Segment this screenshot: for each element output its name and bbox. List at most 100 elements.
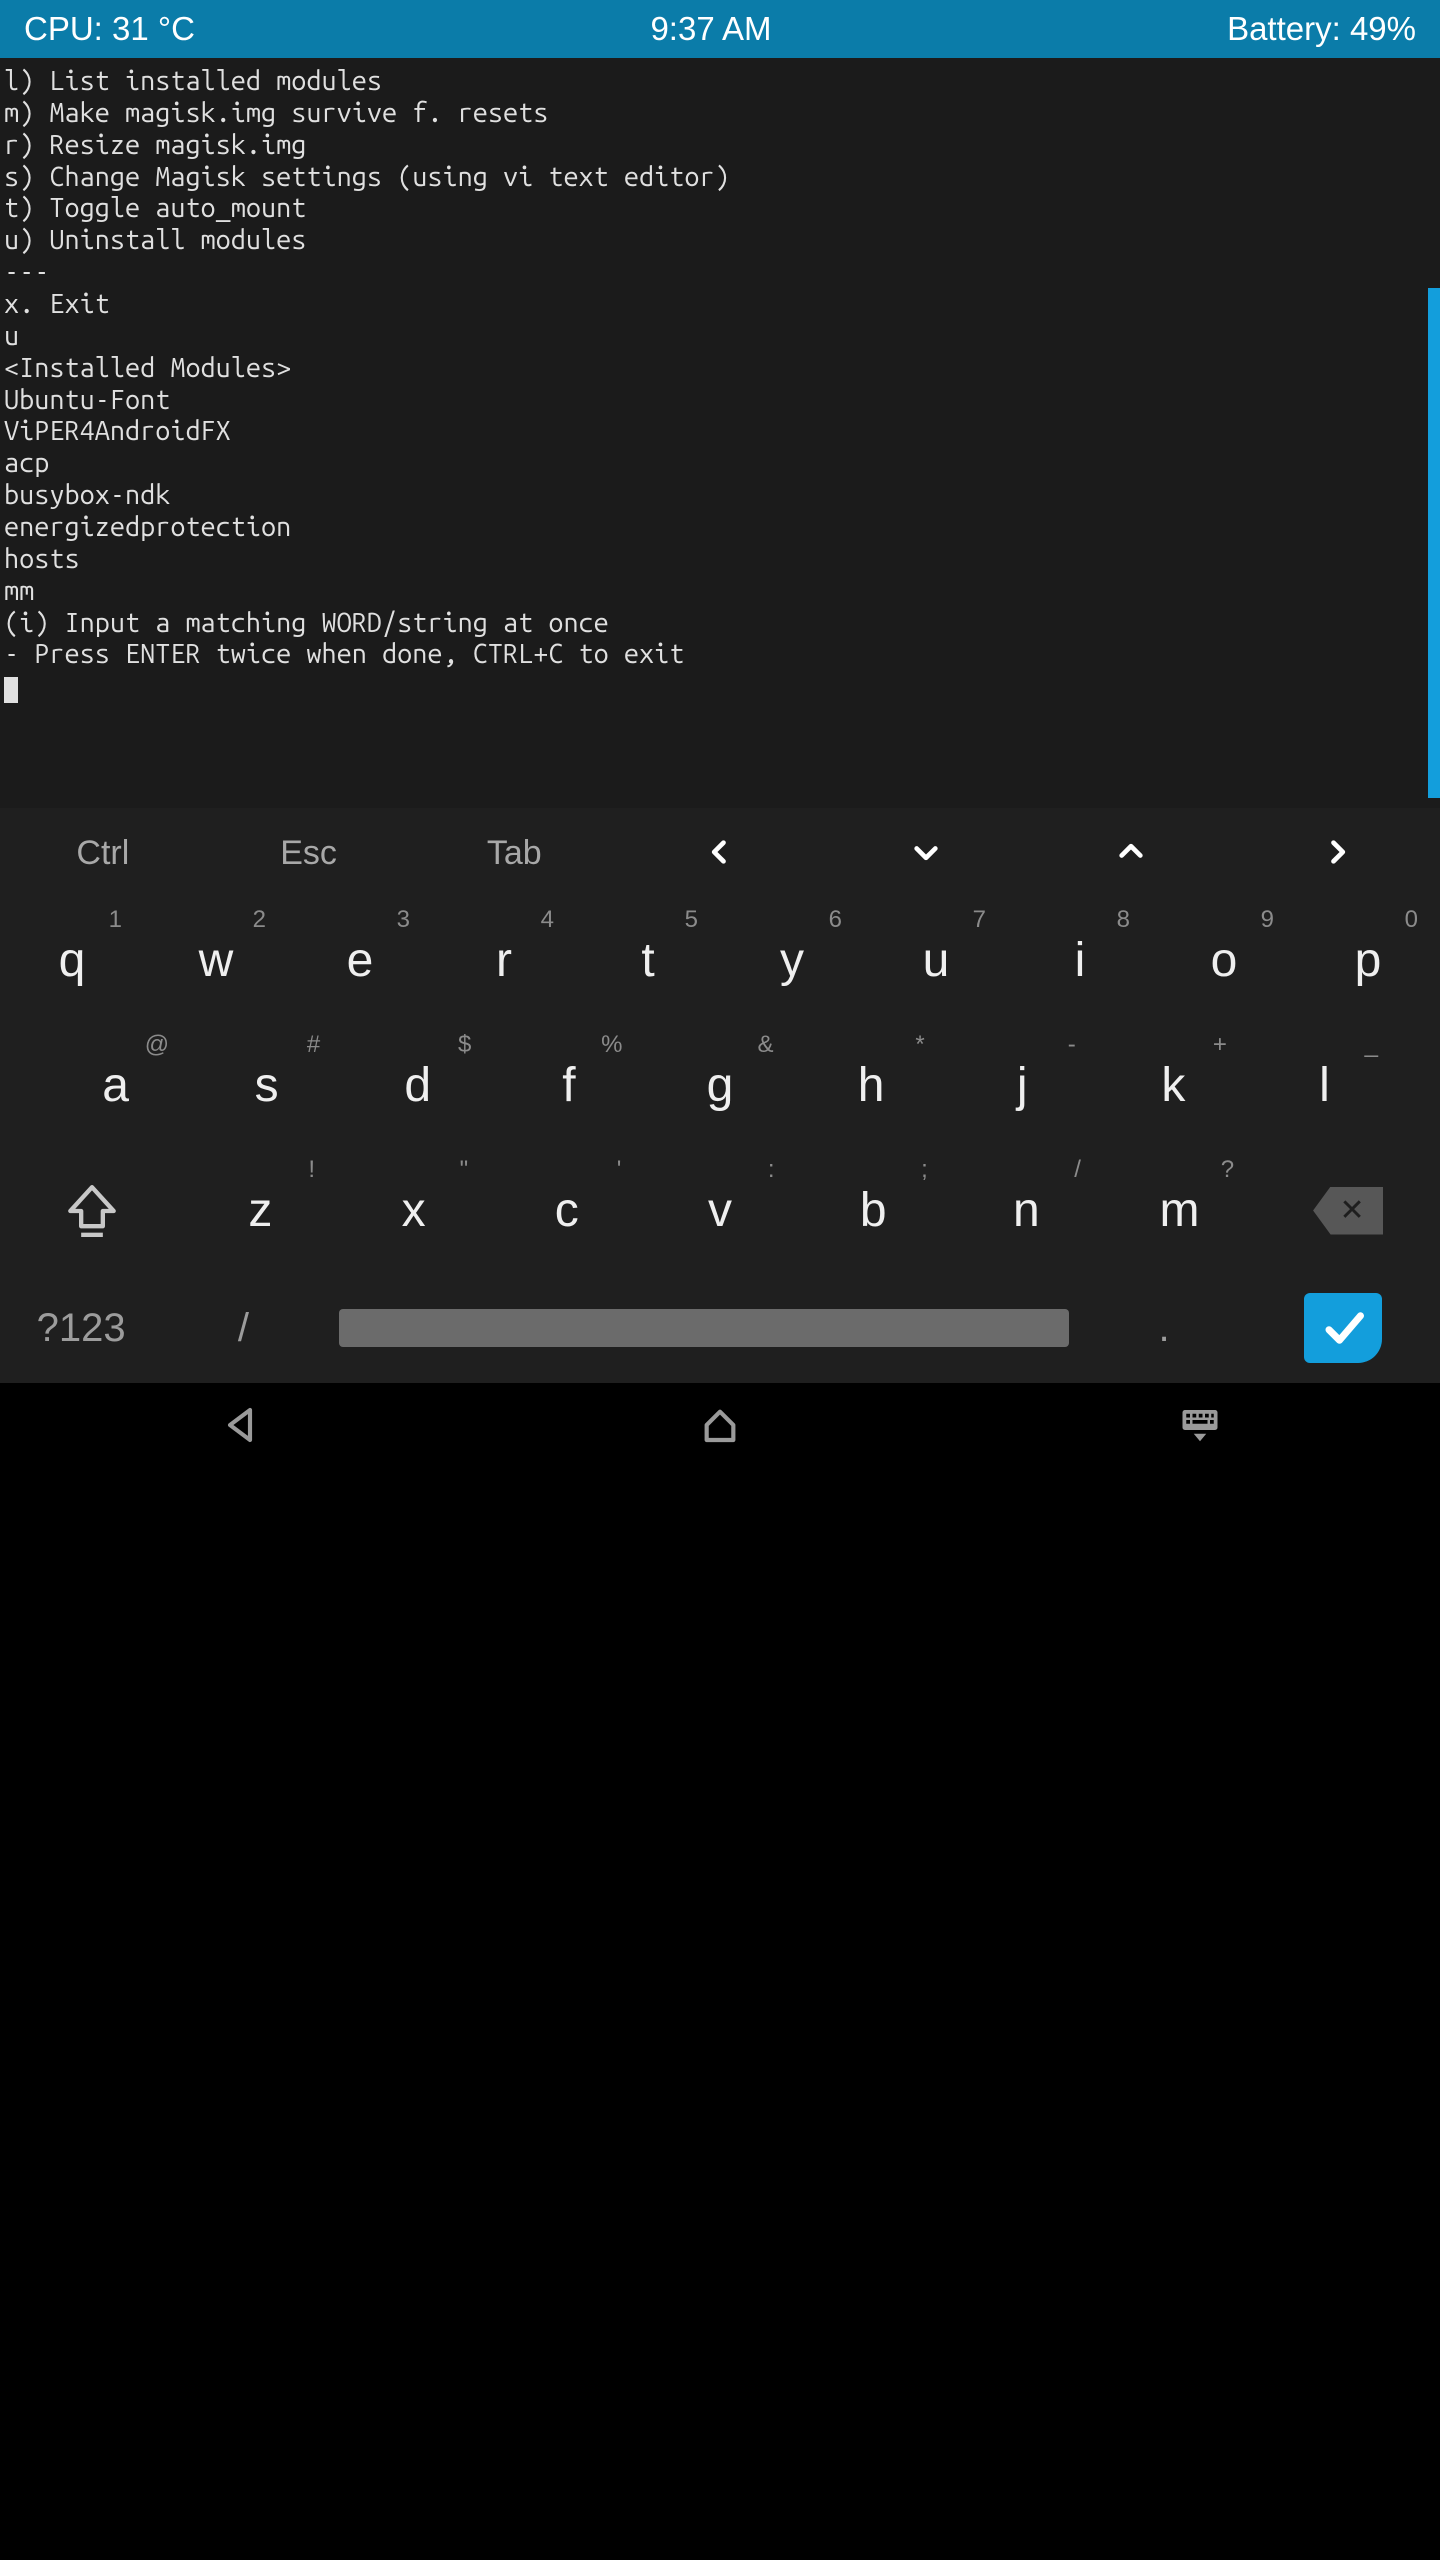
key-main-label: r — [496, 933, 512, 988]
tab-key[interactable]: Tab — [411, 834, 617, 873]
terminal-line: l) List installed modules — [4, 66, 1440, 98]
terminal-line: busybox-ndk — [4, 480, 1440, 512]
key-r[interactable]: 4r — [432, 898, 576, 1023]
key-s[interactable]: #s — [191, 1023, 342, 1148]
key-n[interactable]: /n — [950, 1148, 1103, 1273]
key-u[interactable]: 7u — [864, 898, 1008, 1023]
key-j[interactable]: -j — [947, 1023, 1098, 1148]
key-main-label: u — [923, 933, 950, 988]
key-f[interactable]: %f — [493, 1023, 644, 1148]
terminal-line: <Installed Modules> — [4, 353, 1440, 385]
key-h[interactable]: *h — [796, 1023, 947, 1148]
key-d[interactable]: $d — [342, 1023, 493, 1148]
key-l[interactable]: _l — [1249, 1023, 1400, 1148]
arrow-up-key[interactable] — [1029, 831, 1235, 876]
clock: 9:37 AM — [650, 10, 771, 48]
terminal-line: r) Resize magisk.img — [4, 130, 1440, 162]
key-alt-label: 2 — [253, 906, 266, 934]
status-bar: CPU: 31 °C 9:37 AM Battery: 49% — [0, 0, 1440, 58]
scrollbar[interactable] — [1428, 288, 1440, 798]
terminal-output[interactable]: l) List installed modulesm) Make magisk.… — [0, 58, 1440, 808]
hide-keyboard-button[interactable] — [1180, 1405, 1220, 1452]
key-t[interactable]: 5t — [576, 898, 720, 1023]
key-a[interactable]: @a — [40, 1023, 191, 1148]
period-key[interactable]: . — [1083, 1306, 1245, 1351]
key-o[interactable]: 9o — [1152, 898, 1296, 1023]
key-m[interactable]: ?m — [1103, 1148, 1256, 1273]
spacebar[interactable] — [325, 1309, 1083, 1347]
esc-key[interactable]: Esc — [206, 834, 412, 873]
kb-row-4: ?123 / . — [0, 1273, 1440, 1383]
key-alt-label: " — [460, 1156, 469, 1184]
key-alt-label: 7 — [973, 906, 986, 934]
key-i[interactable]: 8i — [1008, 898, 1152, 1023]
battery: Battery: 49% — [1227, 10, 1416, 48]
terminal-line: (i) Input a matching WORD/string at once — [4, 608, 1440, 640]
terminal-extra-keys: Ctrl Esc Tab — [0, 808, 1440, 898]
key-alt-label: 4 — [541, 906, 554, 934]
key-v[interactable]: :v — [643, 1148, 796, 1273]
key-main-label: a — [102, 1058, 129, 1113]
key-main-label: t — [641, 933, 654, 988]
key-alt-label: $ — [458, 1031, 471, 1059]
check-icon — [1322, 1307, 1364, 1349]
kb-row-3-letters: !z"x'c:v;b/n?m — [184, 1148, 1256, 1273]
key-alt-label: 1 — [109, 906, 122, 934]
symbols-key[interactable]: ?123 — [0, 1306, 162, 1351]
backspace-key[interactable]: ✕ — [1256, 1148, 1440, 1273]
key-z[interactable]: !z — [184, 1148, 337, 1273]
key-alt-label: @ — [145, 1031, 169, 1059]
terminal-line: t) Toggle auto_mount — [4, 193, 1440, 225]
cpu-temp: CPU: 31 °C — [24, 10, 195, 48]
home-button[interactable] — [700, 1405, 740, 1452]
shift-key[interactable] — [0, 1148, 184, 1273]
arrow-down-key[interactable] — [823, 831, 1029, 876]
key-alt-label: _ — [1365, 1031, 1378, 1059]
key-main-label: h — [858, 1058, 885, 1113]
key-alt-label: 8 — [1117, 906, 1130, 934]
terminal-line: - Press ENTER twice when done, CTRL+C to… — [4, 639, 1440, 671]
key-main-label: k — [1161, 1058, 1185, 1113]
key-w[interactable]: 2w — [144, 898, 288, 1023]
key-alt-label: 0 — [1405, 906, 1418, 934]
key-alt-label: & — [758, 1031, 774, 1059]
key-alt-label: 9 — [1261, 906, 1274, 934]
key-alt-label: 5 — [685, 906, 698, 934]
key-q[interactable]: 1q — [0, 898, 144, 1023]
key-main-label: d — [404, 1058, 431, 1113]
keyboard-hide-icon — [1180, 1405, 1220, 1445]
back-button[interactable] — [220, 1405, 260, 1452]
slash-key[interactable]: / — [162, 1306, 324, 1351]
key-y[interactable]: 6y — [720, 898, 864, 1023]
key-b[interactable]: ;b — [797, 1148, 950, 1273]
key-g[interactable]: &g — [644, 1023, 795, 1148]
key-alt-label: ! — [308, 1156, 315, 1184]
key-x[interactable]: "x — [337, 1148, 490, 1273]
arrow-left-key[interactable] — [617, 831, 823, 876]
key-main-label: v — [708, 1183, 732, 1238]
key-main-label: o — [1211, 933, 1238, 988]
key-p[interactable]: 0p — [1296, 898, 1440, 1023]
key-c[interactable]: 'c — [490, 1148, 643, 1273]
key-alt-label: + — [1213, 1031, 1227, 1059]
key-alt-label: # — [307, 1031, 320, 1059]
terminal-area[interactable]: l) List installed modulesm) Make magisk.… — [0, 58, 1440, 808]
terminal-line: hosts — [4, 544, 1440, 576]
kb-row-1: 1q2w3e4r5t6y7u8i9o0p — [0, 898, 1440, 1023]
key-k[interactable]: +k — [1098, 1023, 1249, 1148]
ctrl-key[interactable]: Ctrl — [0, 834, 206, 873]
arrow-right-key[interactable] — [1234, 831, 1440, 876]
key-alt-label: - — [1068, 1031, 1076, 1059]
close-x-icon: ✕ — [1340, 1193, 1365, 1228]
enter-key[interactable] — [1245, 1293, 1440, 1363]
key-main-label: x — [402, 1183, 426, 1238]
key-alt-label: % — [601, 1031, 622, 1059]
key-e[interactable]: 3e — [288, 898, 432, 1023]
key-main-label: p — [1355, 933, 1382, 988]
terminal-line: m) Make magisk.img survive f. resets — [4, 98, 1440, 130]
back-icon — [220, 1405, 260, 1445]
key-main-label: j — [1017, 1058, 1028, 1113]
nav-bar — [0, 1383, 1440, 1473]
key-alt-label: ; — [921, 1156, 928, 1184]
kb-row-2: @a#s$d%f&g*h-j+k_l — [0, 1023, 1440, 1148]
